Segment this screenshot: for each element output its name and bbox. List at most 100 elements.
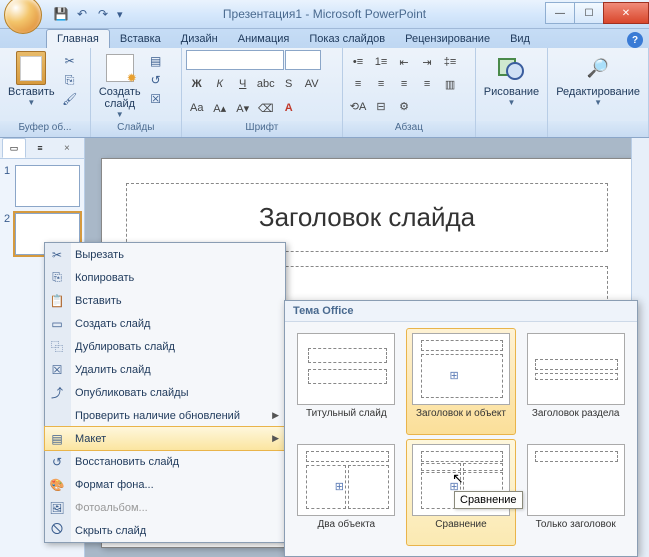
indent-dec-button[interactable]: ⇤ (393, 52, 415, 72)
shrink-font-button[interactable]: A▾ (232, 98, 254, 118)
find-icon: 🔎 (582, 52, 614, 84)
columns-button[interactable]: ▥ (439, 74, 461, 94)
drawing-button[interactable]: Рисование ▼ (480, 50, 543, 109)
new-slide-button[interactable]: Создать слайд ▼ (95, 50, 145, 121)
ctx-layout[interactable]: ▤Макет▶ (45, 427, 285, 450)
layout-option[interactable]: Титульный слайд (291, 328, 402, 435)
shapes-icon (495, 52, 527, 84)
layout-option[interactable]: Заголовок раздела (520, 328, 631, 435)
group-drawing: Рисование ▼ (476, 48, 548, 137)
italic-button[interactable]: К (209, 74, 231, 94)
line-spacing-button[interactable]: ‡≡ (439, 52, 461, 72)
shadow-button[interactable]: S (278, 74, 300, 94)
delete-icon: ☒ (48, 363, 66, 377)
layout-option[interactable]: ⊞ Заголовок и объект (406, 328, 517, 435)
group-label-slides: Слайды (91, 121, 181, 137)
ribbon-tabs: Главная Вставка Дизайн Анимация Показ сл… (0, 29, 649, 48)
tab-insert[interactable]: Вставка (110, 30, 171, 48)
paste-icon (15, 52, 47, 84)
layout-icon[interactable]: ▤ (147, 52, 165, 70)
slides-tab-icon[interactable]: ▭ (2, 138, 26, 158)
ctx-copy[interactable]: ⎘Копировать (45, 266, 285, 289)
ctx-publish[interactable]: ⤴Опубликовать слайды (45, 381, 285, 404)
ctx-delete[interactable]: ☒Удалить слайд (45, 358, 285, 381)
group-editing: 🔎 Редактирование ▼ (548, 48, 649, 137)
pane-close-icon[interactable]: × (64, 143, 82, 154)
bullets-button[interactable]: •≡ (347, 52, 369, 72)
ctx-paste[interactable]: 📋Вставить (45, 289, 285, 312)
change-case-button[interactable]: Aa (186, 98, 208, 118)
strike-button[interactable]: abc (255, 74, 277, 94)
ctx-reset[interactable]: ↺Восстановить слайд (45, 450, 285, 473)
ctx-cut[interactable]: ✂Вырезать (45, 243, 285, 266)
minimize-button[interactable]: — (545, 2, 575, 24)
help-icon[interactable]: ? (627, 32, 643, 48)
tab-view[interactable]: Вид (500, 30, 540, 48)
clear-format-button[interactable]: ⌫ (255, 98, 277, 118)
hide-icon: 🛇 (48, 520, 66, 541)
content-icon: ⊞ (335, 480, 344, 493)
qat-save-icon[interactable]: 💾 (52, 5, 70, 23)
layout-option[interactable]: ⊞ Два объекта (291, 439, 402, 546)
align-text-button[interactable]: ⊟ (370, 96, 392, 116)
tab-design[interactable]: Дизайн (171, 30, 228, 48)
tab-home[interactable]: Главная (46, 29, 110, 48)
paste-icon: 📋 (48, 294, 66, 308)
justify-button[interactable]: ≡ (416, 74, 438, 94)
cut-icon[interactable]: ✂ (61, 52, 79, 70)
font-color-button[interactable]: A (278, 98, 300, 118)
text-direction-button[interactable]: ⟲A (347, 96, 369, 116)
indent-inc-button[interactable]: ⇥ (416, 52, 438, 72)
smartart-button[interactable]: ⚙ (393, 96, 415, 116)
layout-option[interactable]: Только заголовок (520, 439, 631, 546)
ctx-hide-slide[interactable]: 🛇Скрыть слайд (45, 519, 285, 542)
pane-view-tabs: ▭ ≡ × (0, 138, 84, 159)
font-family-combo[interactable] (186, 50, 284, 70)
group-label-font: Шрифт (182, 121, 342, 137)
group-font: Ж К Ч abc S AV Aa A▴ A▾ ⌫ A Шрифт (182, 48, 343, 137)
ctx-format-background[interactable]: 🎨Формат фона... (45, 473, 285, 496)
outline-tab-icon[interactable]: ≡ (28, 138, 52, 158)
submenu-arrow-icon: ▶ (272, 433, 279, 444)
group-label-paragraph: Абзац (343, 121, 475, 137)
align-center-button[interactable]: ≡ (370, 74, 392, 94)
reset-icon: ↺ (48, 455, 66, 469)
layout-label: Заголовок и объект (416, 408, 506, 430)
qat-redo-icon[interactable]: ↷ (94, 5, 112, 23)
office-button[interactable] (4, 0, 42, 34)
ctx-check-updates[interactable]: Проверить наличие обновлений▶ (45, 404, 285, 427)
group-paragraph: •≡ 1≡ ⇤ ⇥ ‡≡ ≡ ≡ ≡ ≡ ▥ ⟲A ⊟ ⚙ (343, 48, 476, 137)
format-painter-icon[interactable]: 🖌 (61, 90, 79, 108)
reset-icon[interactable]: ↺ (147, 71, 165, 89)
bold-button[interactable]: Ж (186, 74, 208, 94)
layout-gallery: Тема Office Титульный слайд⊞Заголовок и … (284, 300, 638, 557)
tab-slideshow[interactable]: Показ слайдов (299, 30, 395, 48)
qat-undo-icon[interactable]: ↶ (73, 5, 91, 23)
ctx-duplicate[interactable]: ⿻Дублировать слайд (45, 335, 285, 358)
numbering-button[interactable]: 1≡ (370, 52, 392, 72)
layout-thumb (527, 333, 625, 405)
tab-animation[interactable]: Анимация (228, 30, 300, 48)
char-spacing-button[interactable]: AV (301, 74, 323, 94)
close-button[interactable]: ✕ (603, 2, 649, 24)
copy-icon[interactable]: ⎘ (61, 71, 79, 89)
align-right-button[interactable]: ≡ (393, 74, 415, 94)
tab-review[interactable]: Рецензирование (395, 30, 500, 48)
qat-customize-icon[interactable]: ▾ (117, 8, 127, 21)
delete-slide-icon[interactable]: ☒ (147, 90, 165, 108)
quick-access-toolbar: 💾 ↶ ↷ ▾ (52, 5, 127, 23)
ctx-new-slide[interactable]: ▭Создать слайд (45, 312, 285, 335)
font-size-combo[interactable] (285, 50, 321, 70)
grow-font-button[interactable]: A▴ (209, 98, 231, 118)
maximize-button[interactable]: ☐ (574, 2, 604, 24)
content-icon: ⊞ (449, 369, 458, 382)
group-slides: Создать слайд ▼ ▤ ↺ ☒ Слайды (91, 48, 182, 137)
thumbnail-1[interactable]: 1 (4, 165, 80, 207)
album-icon: 🖼 (48, 501, 66, 515)
editing-button[interactable]: 🔎 Редактирование ▼ (552, 50, 644, 109)
align-left-button[interactable]: ≡ (347, 74, 369, 94)
layout-label: Два объекта (318, 519, 376, 541)
layout-thumb: ⊞ (297, 444, 395, 516)
underline-button[interactable]: Ч (232, 74, 254, 94)
paste-button[interactable]: Вставить ▼ (4, 50, 59, 109)
